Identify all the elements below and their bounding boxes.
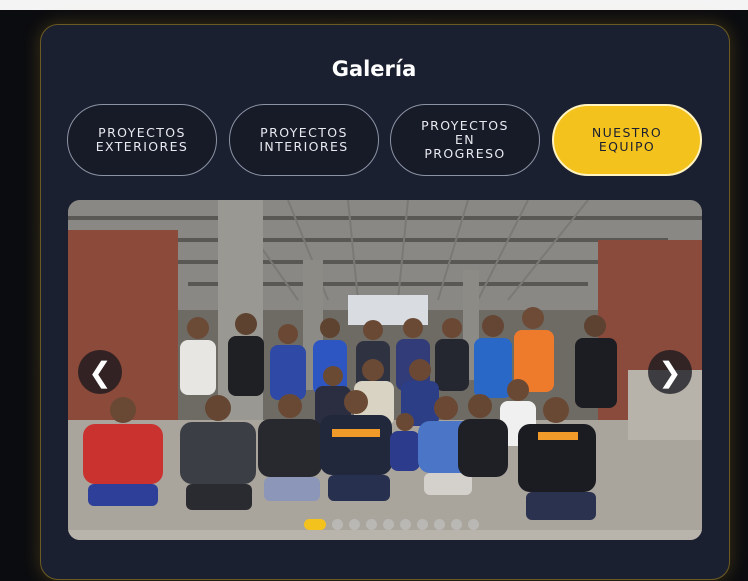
carousel-dot[interactable] — [434, 519, 445, 530]
team-photo — [68, 200, 702, 540]
carousel-image — [68, 200, 702, 540]
carousel-dot[interactable] — [304, 519, 326, 530]
carousel-dot[interactable] — [349, 519, 360, 530]
carousel-prev-button[interactable]: ❮ — [78, 350, 122, 394]
chevron-left-icon: ❮ — [88, 355, 112, 389]
tab-proyectos-exteriores[interactable]: PROYECTOS EXTERIORES — [67, 104, 217, 176]
carousel-dot[interactable] — [383, 519, 394, 530]
carousel-dot[interactable] — [468, 519, 479, 530]
tab-proyectos-en-progreso[interactable]: PROYECTOS EN PROGRESO — [390, 104, 540, 176]
carousel-dot[interactable] — [451, 519, 462, 530]
carousel-next-button[interactable]: ❯ — [648, 350, 692, 394]
tab-proyectos-interiores[interactable]: PROYECTOS INTERIORES — [229, 104, 379, 176]
carousel-dot[interactable] — [332, 519, 343, 530]
chevron-right-icon: ❯ — [658, 355, 682, 389]
carousel-pagination — [304, 519, 479, 530]
tab-nuestro-equipo[interactable]: NUESTRO EQUIPO — [552, 104, 702, 176]
carousel-dot[interactable] — [366, 519, 377, 530]
browser-top-strip — [0, 0, 748, 10]
carousel-dot[interactable] — [417, 519, 428, 530]
gallery-title: Galería — [331, 57, 417, 81]
carousel-dot[interactable] — [400, 519, 411, 530]
